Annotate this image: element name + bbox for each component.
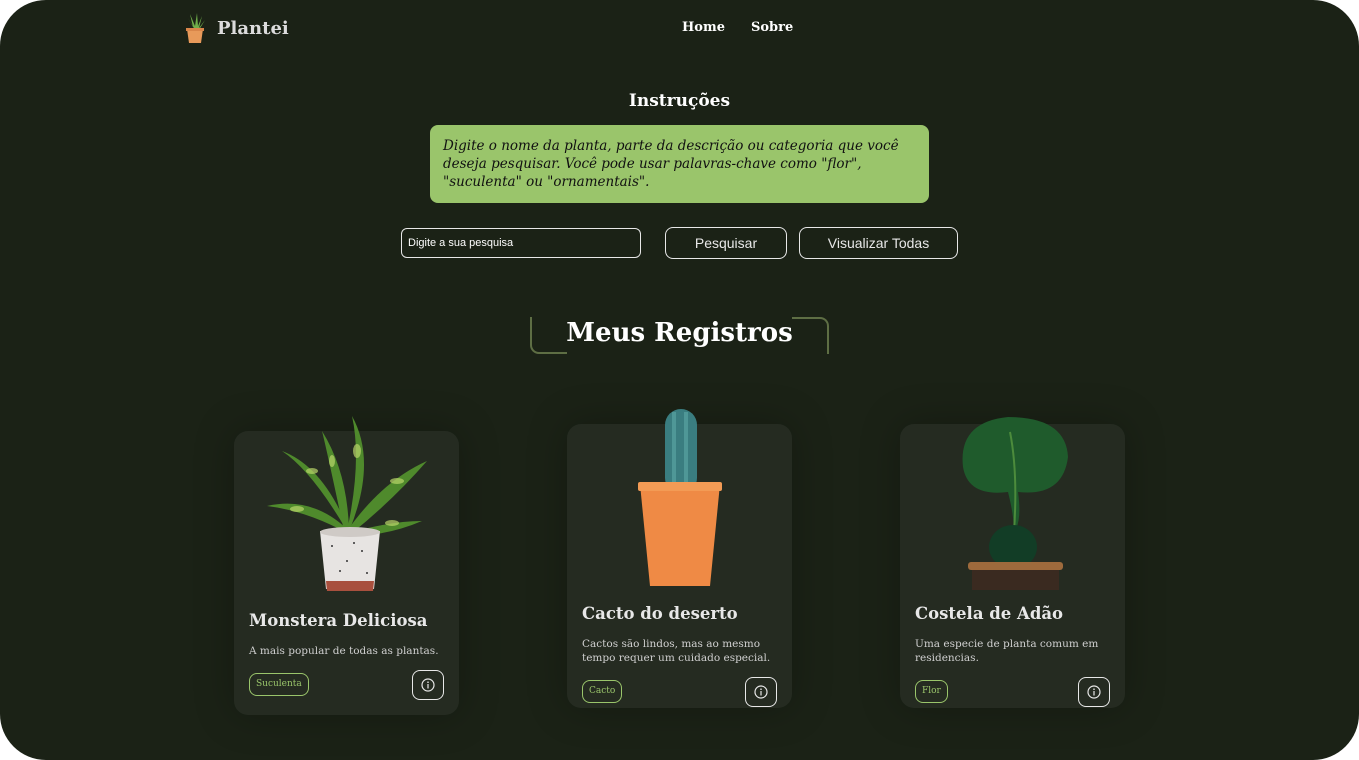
card-title: Monstera Deliciosa: [249, 611, 428, 630]
instructions-box: Digite o nome da planta, parte da descri…: [430, 125, 929, 203]
nav-sobre[interactable]: Sobre: [751, 20, 793, 35]
card-description: Uma especie de planta comum em residenci…: [915, 638, 1099, 664]
card-tag: Suculenta: [249, 673, 309, 696]
logo-text: Plantei: [217, 17, 289, 39]
section-title: Meus Registros: [566, 318, 793, 348]
potted-plant-icon: [186, 13, 205, 43]
card-description: A mais popular de todas as plantas.: [249, 645, 439, 657]
plant-card[interactable]: Cacto do deserto Cactos são lindos, mas …: [567, 409, 792, 708]
monstera-plant-image: [900, 412, 1125, 590]
nav-home[interactable]: Home: [682, 20, 725, 35]
info-icon: [421, 678, 435, 692]
app-frame: Plantei Home Sobre Instruções Digite o n…: [0, 0, 1359, 760]
search-button[interactable]: Pesquisar: [665, 227, 787, 259]
card-description: Cactos são lindos, mas ao mesmo tempo re…: [582, 638, 771, 664]
card-tag: Cacto: [582, 680, 623, 703]
info-button[interactable]: [412, 670, 444, 700]
info-button[interactable]: [1078, 677, 1110, 707]
search-input[interactable]: [401, 228, 641, 258]
plant-card[interactable]: Costela de Adão Uma especie de planta co…: [900, 417, 1125, 708]
info-button[interactable]: [745, 677, 777, 707]
dieffenbachia-plant-image: [234, 411, 459, 596]
view-all-button[interactable]: Visualizar Todas: [799, 227, 958, 259]
cactus-plant-image: [567, 404, 792, 589]
title-bracket-right: [792, 317, 829, 354]
instructions-title: Instruções: [628, 91, 731, 111]
info-icon: [754, 685, 768, 699]
main-nav: Home Sobre: [682, 20, 793, 35]
card-title: Costela de Adão: [915, 604, 1064, 623]
logo[interactable]: Plantei: [182, 12, 289, 44]
card-tag: Flor: [915, 680, 948, 703]
plant-card[interactable]: Monstera Deliciosa A mais popular de tod…: [234, 416, 459, 715]
card-title: Cacto do deserto: [582, 604, 738, 623]
info-icon: [1087, 685, 1101, 699]
